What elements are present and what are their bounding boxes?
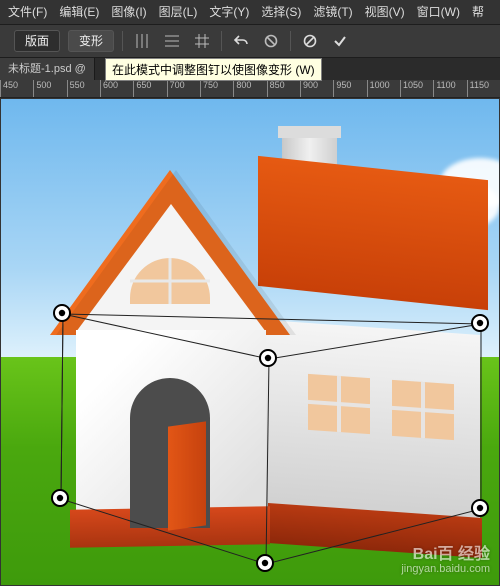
puppet-pin[interactable] — [255, 553, 275, 573]
ruler-tick: 650 — [133, 80, 151, 98]
menu-image[interactable]: 图像(I) — [105, 0, 152, 24]
menu-type[interactable]: 文字(Y) — [203, 0, 255, 24]
puppet-pin[interactable] — [470, 498, 490, 518]
watermark-url: jingyan.baidu.com — [401, 562, 490, 576]
menu-window[interactable]: 窗口(W) — [411, 0, 466, 24]
commit-icon[interactable] — [329, 30, 351, 52]
document-tab-bar: 未标题-1.psd @ 在此模式中调整图钉以使图像变形 (W) — [0, 58, 500, 80]
watermark-brand: Bai百 经验 — [401, 548, 490, 562]
options-bar: 版面 变形 — [0, 24, 500, 58]
puppet-pin[interactable] — [50, 488, 70, 508]
cancel-icon[interactable] — [299, 30, 321, 52]
menu-bar: 文件(F) 编辑(E) 图像(I) 图层(L) 文字(Y) 选择(S) 滤镜(T… — [0, 0, 500, 24]
menu-layer[interactable]: 图层(L) — [153, 0, 204, 24]
divider — [122, 31, 123, 51]
ruler-tick: 600 — [100, 80, 118, 98]
warp-tooltip: 在此模式中调整图钉以使图像变形 (W) — [105, 58, 322, 81]
ruler-tick: 1150 — [467, 80, 489, 98]
menu-filter[interactable]: 滤镜(T) — [307, 0, 358, 24]
document-tab[interactable]: 未标题-1.psd @ — [0, 58, 95, 80]
puppet-pin[interactable] — [470, 313, 490, 333]
mode-button[interactable]: 版面 — [14, 30, 60, 52]
ruler-tick: 1000 — [367, 80, 390, 98]
canvas: Bai百 经验 jingyan.baidu.com — [0, 98, 500, 586]
ruler-tick: 700 — [167, 80, 185, 98]
ruler-tick: 550 — [67, 80, 85, 98]
menu-file[interactable]: 文件(F) — [2, 0, 53, 24]
menu-edit[interactable]: 编辑(E) — [53, 0, 105, 24]
ruler-tick: 1100 — [433, 80, 455, 98]
house-chimney-cap — [278, 126, 341, 138]
ruler-tick: 500 — [33, 80, 51, 98]
ruler-tick: 450 — [0, 80, 18, 98]
ruler-tick: 1050 — [400, 80, 423, 98]
house-door — [168, 421, 206, 530]
ruler-tick: 950 — [333, 80, 351, 98]
house-illustration — [20, 108, 490, 568]
menu-view[interactable]: 视图(V) — [359, 0, 411, 24]
ruler-horizontal[interactable]: 450 500 550 600 650 700 750 800 850 900 950 1000 105… — [0, 80, 500, 98]
ruler-tick: 800 — [233, 80, 251, 98]
ruler-tick: 850 — [267, 80, 285, 98]
divider — [290, 31, 291, 51]
undo-icon[interactable] — [230, 30, 252, 52]
grid-rows-icon[interactable] — [161, 30, 183, 52]
menu-help[interactable]: 帮 — [466, 0, 490, 24]
remove-pin-icon[interactable] — [260, 30, 282, 52]
grid-both-icon[interactable] — [191, 30, 213, 52]
house-window-icon — [308, 374, 370, 434]
canvas-area[interactable]: Bai百 经验 jingyan.baidu.com — [0, 98, 500, 586]
puppet-pin[interactable] — [258, 348, 278, 368]
watermark: Bai百 经验 jingyan.baidu.com — [401, 548, 490, 576]
puppet-pin[interactable] — [52, 303, 72, 323]
grid-dense-icon[interactable] — [131, 30, 153, 52]
ruler-tick: 900 — [300, 80, 318, 98]
house-window-icon — [392, 380, 454, 440]
warp-button[interactable]: 变形 — [68, 30, 114, 52]
menu-select[interactable]: 选择(S) — [255, 0, 307, 24]
divider — [221, 31, 222, 51]
ruler-tick: 750 — [200, 80, 218, 98]
